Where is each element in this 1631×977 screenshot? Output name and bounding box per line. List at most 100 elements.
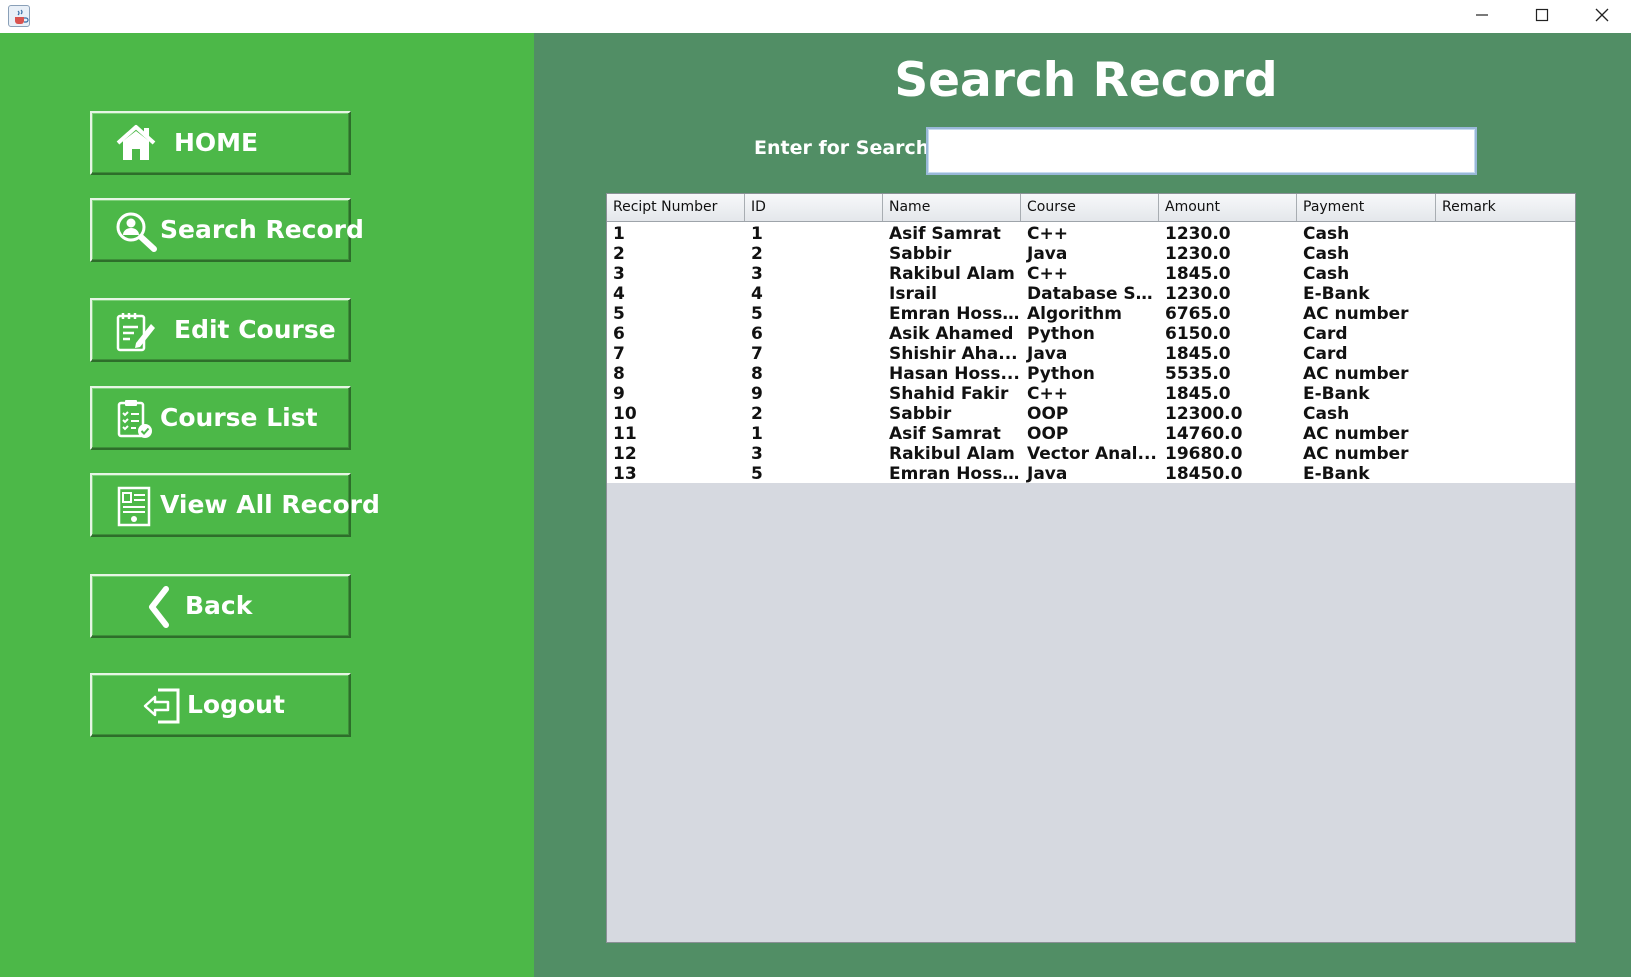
cell-payment: AC number — [1303, 304, 1409, 324]
table-row[interactable]: 1 1 Asif Samrat C++ 1230.0 Cash — [607, 224, 1575, 244]
cell-recipt-number: 9 — [613, 384, 625, 404]
table-row[interactable]: 11 1 Asif Samrat OOP 14760.0 AC number — [607, 424, 1575, 444]
table-row[interactable]: 9 9 Shahid Fakir C++ 1845.0 E-Bank — [607, 384, 1575, 404]
search-record-icon — [114, 210, 158, 252]
table-row[interactable]: 7 7 Shishir Aha... Java 1845.0 Card — [607, 344, 1575, 364]
cell-id: 1 — [751, 224, 763, 244]
cell-id: 2 — [751, 244, 763, 264]
main-panel: Search Record Enter for Search : Recipt … — [534, 33, 1631, 977]
table-row[interactable]: 8 8 Hasan Hoss... Python 5535.0 AC numbe… — [607, 364, 1575, 384]
column-header-amount[interactable]: Amount — [1159, 194, 1297, 221]
cell-amount: 1230.0 — [1165, 224, 1231, 244]
table-row[interactable]: 13 5 Emran Hoss... Java 18450.0 E-Bank — [607, 464, 1575, 484]
table-row[interactable]: 5 5 Emran Hoss... Algorithm 6765.0 AC nu… — [607, 304, 1575, 324]
table-row[interactable]: 6 6 Asik Ahamed Python 6150.0 Card — [607, 324, 1575, 344]
course-list-button[interactable]: Course List — [90, 386, 351, 450]
column-header-id[interactable]: ID — [745, 194, 883, 221]
column-header-recipt-number[interactable]: Recipt Number — [607, 194, 745, 221]
cell-id: 4 — [751, 284, 763, 304]
cell-recipt-number: 3 — [613, 264, 625, 284]
table-row[interactable]: 10 2 Sabbir OOP 12300.0 Cash — [607, 404, 1575, 424]
course-list-icon — [114, 398, 158, 438]
logout-button[interactable]: Logout — [90, 673, 351, 737]
back-label: Back — [185, 591, 253, 620]
cell-payment: E-Bank — [1303, 384, 1370, 404]
view-all-record-label: View All Record — [160, 490, 380, 519]
records-table[interactable]: Recipt Number ID Name Course Amount Paym… — [606, 193, 1576, 943]
course-list-label: Course List — [160, 403, 318, 432]
page-title: Search Record — [894, 53, 1278, 108]
column-header-payment[interactable]: Payment — [1297, 194, 1436, 221]
cell-course: Database Sy... — [1027, 284, 1159, 304]
edit-course-button[interactable]: Edit Course — [90, 298, 351, 362]
table-row[interactable]: 12 3 Rakibul Alam Vector Anal... 19680.0… — [607, 444, 1575, 464]
cell-id: 3 — [751, 264, 763, 284]
java-cup-icon — [8, 5, 30, 27]
search-input[interactable] — [926, 127, 1477, 175]
cell-remark — [1436, 384, 1575, 404]
view-all-record-button[interactable]: View All Record — [90, 473, 380, 537]
cell-payment: Card — [1303, 324, 1348, 344]
cell-payment: Cash — [1303, 264, 1350, 284]
cell-name: Asik Ahamed — [889, 324, 1014, 344]
cell-remark — [1436, 304, 1575, 324]
cell-course: Python — [1027, 364, 1095, 384]
cell-recipt-number: 11 — [613, 424, 637, 444]
cell-id: 2 — [751, 404, 763, 424]
cell-id: 5 — [751, 464, 763, 484]
cell-name: Asif Samrat — [889, 424, 1001, 444]
table-row[interactable]: 4 4 Israil Database Sy... 1230.0 E-Bank — [607, 284, 1575, 304]
cell-name: Sabbir — [889, 244, 952, 264]
cell-remark — [1436, 344, 1575, 364]
logout-label: Logout — [187, 690, 285, 719]
cell-id: 1 — [751, 424, 763, 444]
cell-payment: E-Bank — [1303, 284, 1370, 304]
table-header: Recipt Number ID Name Course Amount Paym… — [607, 194, 1575, 222]
cell-payment: Cash — [1303, 224, 1350, 244]
search-record-button[interactable]: Search Record — [90, 198, 364, 262]
cell-name: Rakibul Alam — [889, 444, 1015, 464]
minimize-button[interactable] — [1453, 0, 1511, 30]
edit-course-icon — [114, 310, 158, 352]
cell-course: C++ — [1027, 264, 1068, 284]
view-record-icon — [114, 485, 158, 527]
cell-course: Java — [1027, 464, 1068, 484]
cell-amount: 19680.0 — [1165, 444, 1243, 464]
cell-recipt-number: 10 — [613, 404, 637, 424]
cell-amount: 14760.0 — [1165, 424, 1243, 444]
cell-course: C++ — [1027, 384, 1068, 404]
title-bar[interactable] — [0, 0, 1631, 33]
cell-amount: 1845.0 — [1165, 264, 1231, 284]
cell-payment: Cash — [1303, 404, 1350, 424]
home-icon — [114, 123, 158, 163]
cell-remark — [1436, 244, 1575, 264]
column-header-remark[interactable]: Remark — [1436, 194, 1575, 221]
cell-amount: 18450.0 — [1165, 464, 1243, 484]
home-button[interactable]: HOME — [90, 111, 351, 175]
cell-course: C++ — [1027, 224, 1068, 244]
cell-course: Python — [1027, 324, 1095, 344]
logout-icon — [142, 685, 186, 725]
cell-id: 5 — [751, 304, 763, 324]
cell-amount: 5535.0 — [1165, 364, 1231, 384]
maximize-button[interactable] — [1513, 0, 1571, 30]
table-row[interactable]: 3 3 Rakibul Alam C++ 1845.0 Cash — [607, 264, 1575, 284]
application-window: HOME Search Record Edit Course Course Li… — [0, 0, 1631, 977]
cell-remark — [1436, 284, 1575, 304]
cell-remark — [1436, 464, 1575, 484]
table-body: 1 1 Asif Samrat C++ 1230.0 Cash 2 2 Sabb… — [607, 222, 1575, 484]
cell-payment: AC number — [1303, 364, 1409, 384]
back-button[interactable]: Back — [90, 574, 351, 638]
cell-remark — [1436, 424, 1575, 444]
column-header-name[interactable]: Name — [883, 194, 1021, 221]
cell-remark — [1436, 324, 1575, 344]
cell-remark — [1436, 364, 1575, 384]
close-button[interactable] — [1573, 0, 1631, 30]
cell-amount: 1230.0 — [1165, 244, 1231, 264]
cell-id: 8 — [751, 364, 763, 384]
cell-remark — [1436, 404, 1575, 424]
cell-amount: 1845.0 — [1165, 344, 1231, 364]
table-row[interactable]: 2 2 Sabbir Java 1230.0 Cash — [607, 244, 1575, 264]
cell-payment: Card — [1303, 344, 1348, 364]
column-header-course[interactable]: Course — [1021, 194, 1159, 221]
